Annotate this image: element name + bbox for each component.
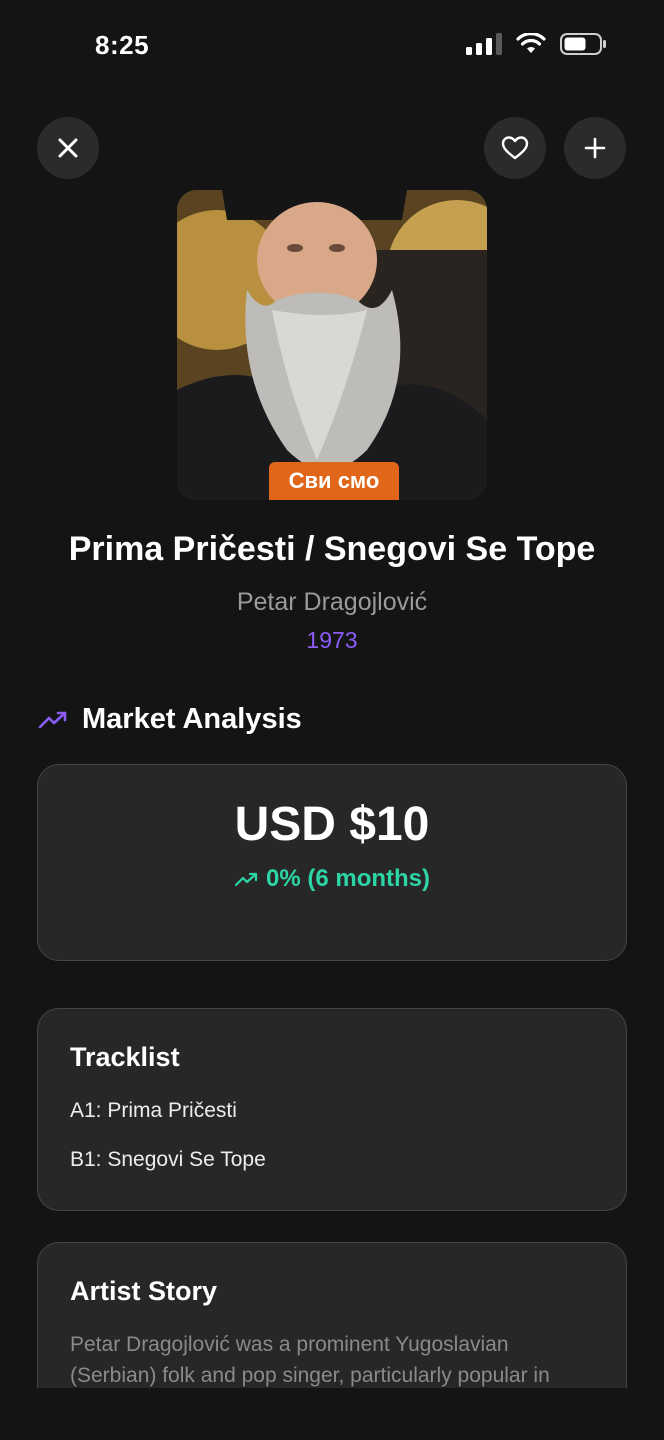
plus-icon — [584, 137, 606, 159]
track-item[interactable]: B1: Snegovi Se Tope — [70, 1148, 266, 1172]
release-title: Prima Pričesti / Snegovi Se Tope — [68, 530, 596, 568]
battery-icon — [560, 33, 606, 55]
wifi-icon — [516, 33, 546, 53]
release-artist[interactable]: Petar Dragojlović — [0, 588, 664, 617]
tracklist-heading: Tracklist — [70, 1042, 180, 1072]
trending-up-icon — [234, 872, 258, 887]
track-item[interactable]: A1: Prima Pričesti — [70, 1099, 237, 1123]
price-change-value: 0% (6 months) — [265, 865, 430, 892]
market-analysis-label: Market Analysis — [82, 703, 302, 735]
market-card: USD $10 0% (6 months) — [37, 764, 627, 961]
close-icon — [58, 138, 78, 158]
release-detail-screen: 8:25 Сви смо Prima Pričesti / Snegovi Se… — [0, 0, 664, 1440]
close-button[interactable] — [37, 117, 99, 179]
heart-icon — [501, 136, 529, 160]
release-year: 1973 — [306, 627, 358, 653]
status-icons — [466, 32, 608, 56]
artist-story-heading: Artist Story — [70, 1276, 218, 1306]
tracklist-card: Tracklist A1: Prima Pričesti B1: Snegovi… — [37, 1008, 627, 1211]
album-cover: Сви смо — [177, 190, 487, 500]
artist-story-text: Petar Dragojlović was a prominent Yugosl… — [70, 1333, 550, 1387]
trending-up-icon — [38, 711, 67, 728]
status-time: 8:25 — [95, 30, 150, 60]
add-to-collection-button[interactable] — [564, 117, 626, 179]
favorite-button[interactable] — [484, 117, 546, 179]
cover-portrait — [177, 190, 487, 500]
bottom-bar-area — [0, 1388, 664, 1440]
market-price: USD $10 — [234, 798, 430, 851]
cover-caption: Сви смо — [269, 462, 399, 500]
cellular-signal-icon — [466, 33, 502, 55]
price-change: 0% (6 months) — [38, 865, 626, 893]
market-analysis-heading: Market Analysis — [38, 703, 302, 736]
status-bar: 8:25 — [0, 0, 664, 90]
